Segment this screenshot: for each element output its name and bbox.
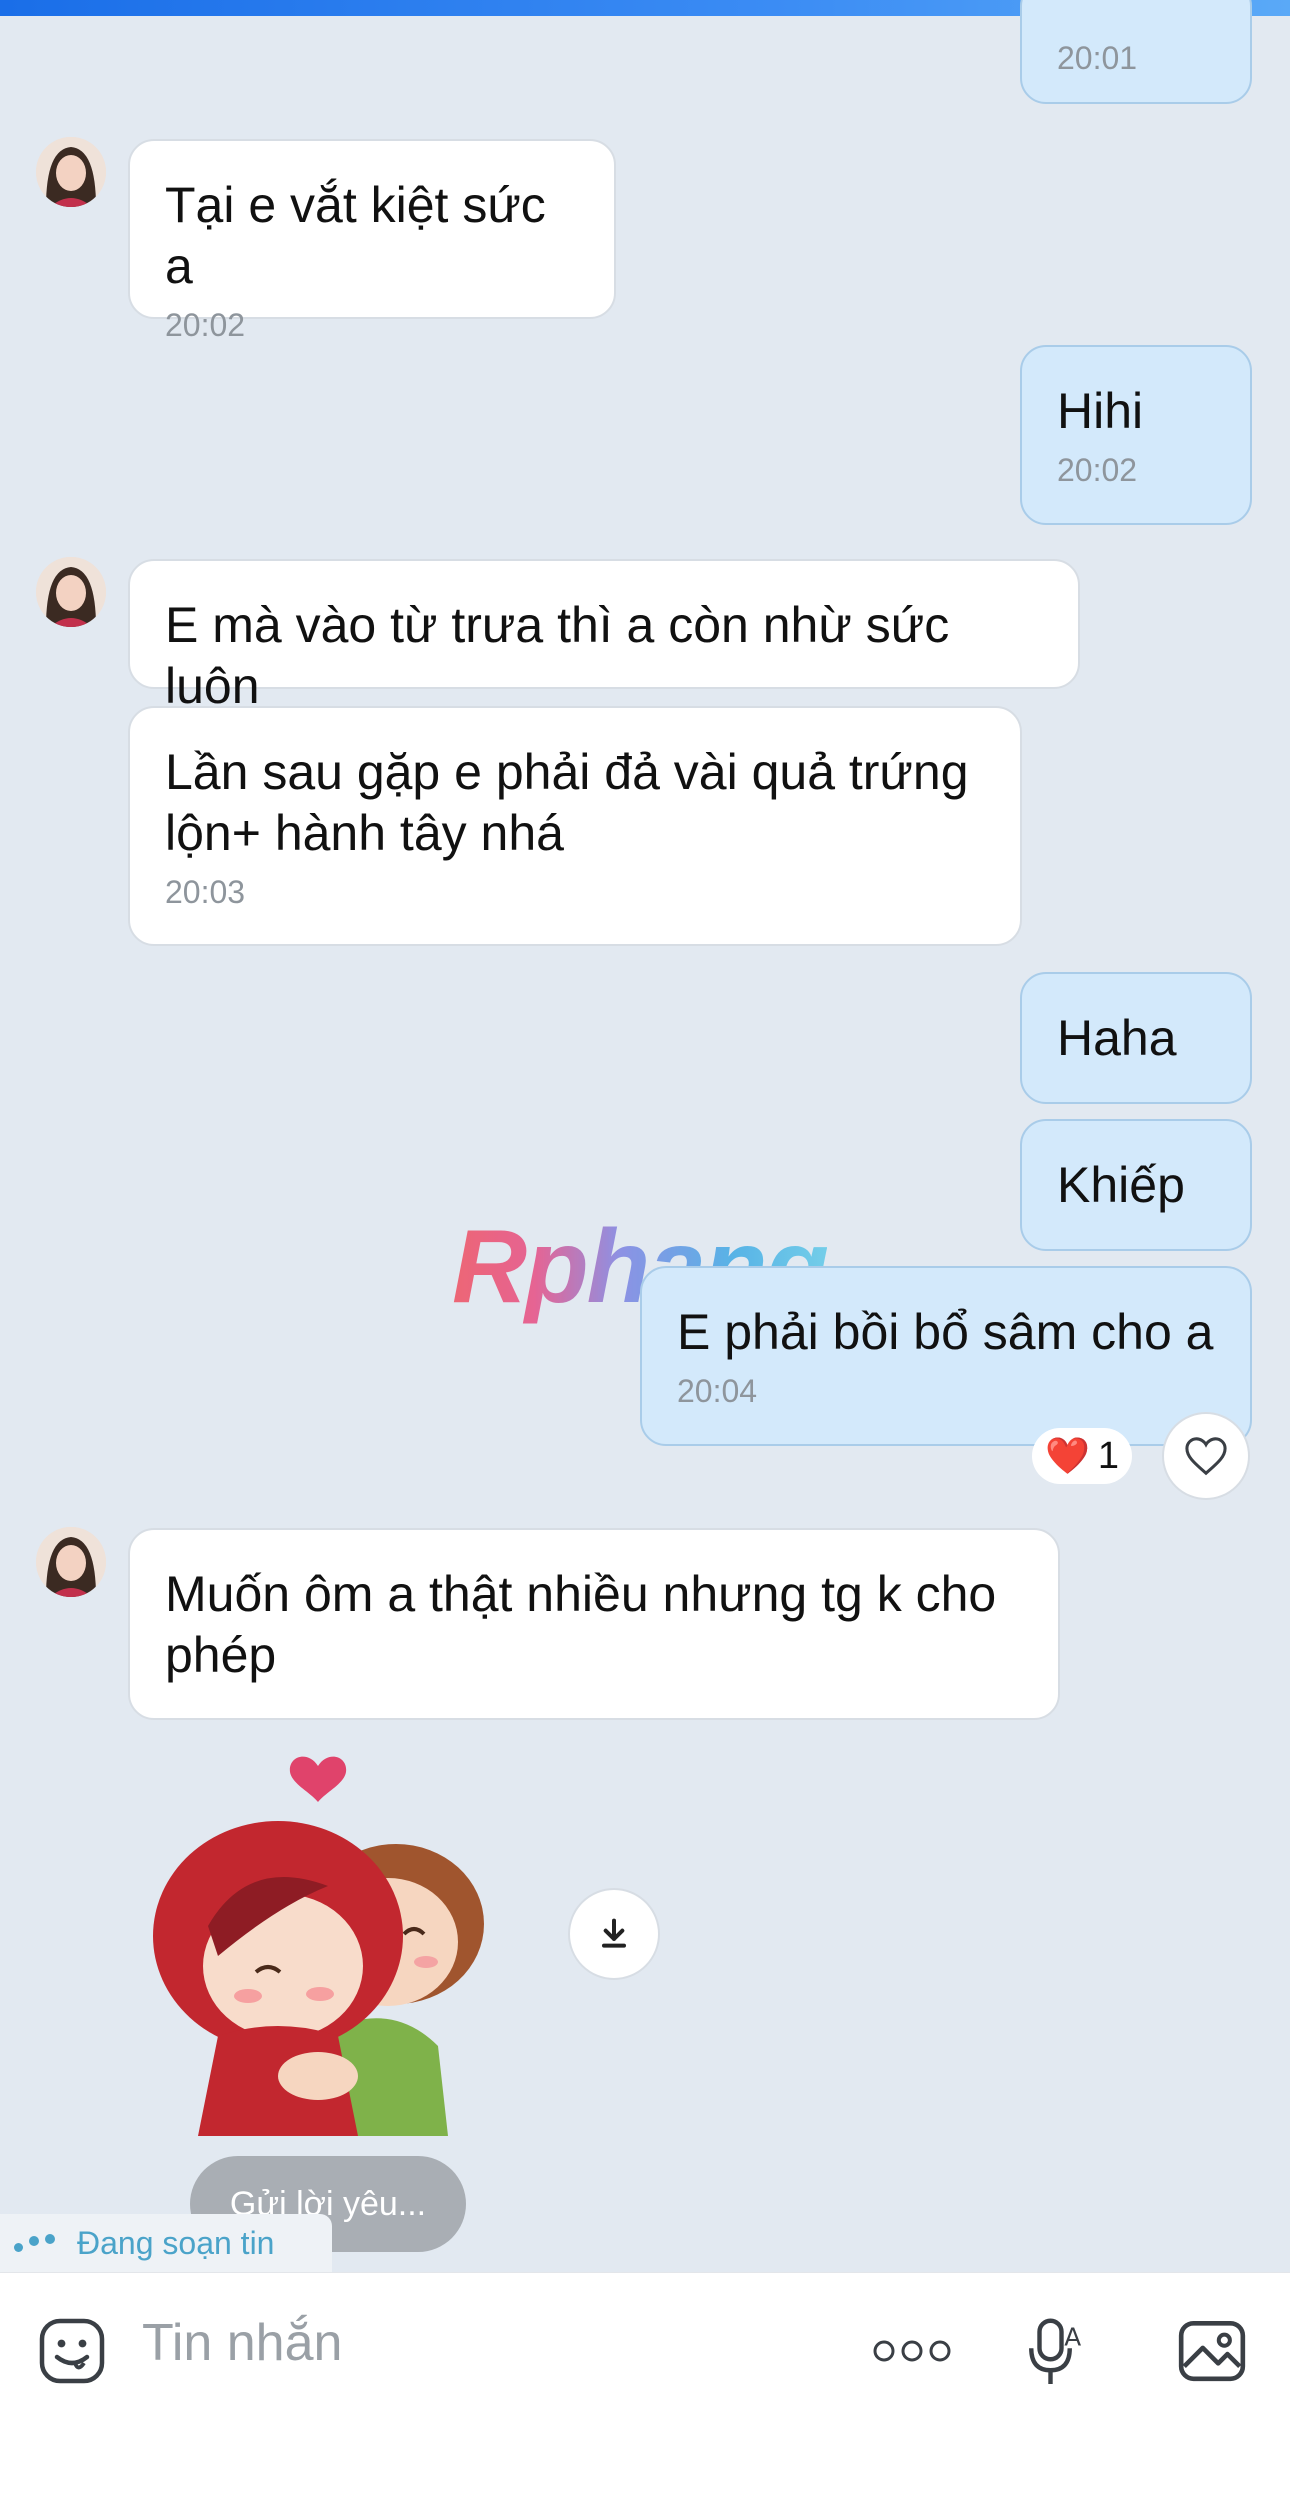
typing-status-text: Đang soạn tin: [77, 2224, 275, 2261]
message-input[interactable]: Tin nhắn: [142, 2313, 342, 2373]
message-time: 20:01: [1057, 40, 1138, 76]
incoming-message-bubble[interactable]: Muốn ôm a thật nhiều nhưng tg k cho phép: [128, 1528, 1060, 1720]
message-text: Tại e vắt kiệt sức a: [165, 177, 560, 294]
contact-avatar[interactable]: [36, 1527, 106, 1597]
message-time: 20:03: [165, 874, 246, 910]
message-time: 20:04: [677, 1373, 758, 1409]
typing-indicator: Đang soạn tin: [0, 2214, 332, 2272]
message-time: 20:02: [1057, 452, 1138, 488]
outgoing-message-bubble[interactable]: Khiếp: [1020, 1119, 1252, 1251]
typing-dots-icon: [14, 2234, 55, 2252]
outgoing-message-bubble[interactable]: 20:01: [1020, 0, 1252, 104]
hug-sticker[interactable]: [128, 1736, 528, 2136]
download-icon[interactable]: [568, 1888, 660, 1980]
message-text: Khiếp: [1057, 1157, 1185, 1213]
message-text: E mà vào từ trưa thì a còn nhừ sức luôn: [165, 597, 964, 714]
message-text: Lần sau gặp e phải đả vài quả trứng lộn+…: [165, 744, 969, 861]
reaction-count: 1: [1097, 1434, 1119, 1477]
microphone-icon[interactable]: A: [1016, 2311, 1096, 2391]
heart-outline-icon[interactable]: [1162, 1412, 1250, 1500]
outgoing-message-bubble[interactable]: Hihi 20:02: [1020, 345, 1252, 525]
incoming-message-bubble[interactable]: Tại e vắt kiệt sức a 20:02: [128, 139, 616, 343]
emoji-icon[interactable]: [32, 2311, 112, 2391]
message-text: Hihi: [1057, 383, 1144, 439]
heart-reaction-icon: ❤️: [1045, 1435, 1090, 1476]
reaction-badge[interactable]: ❤️ 1: [1032, 1428, 1132, 1484]
contact-avatar[interactable]: [36, 137, 106, 207]
incoming-message-bubble[interactable]: Lần sau gặp e phải đả vài quả trứng lộn+…: [128, 706, 1022, 946]
message-time: 20:02: [165, 307, 246, 343]
outgoing-message-bubble[interactable]: E phải bồi bổ sâm cho a 20:04: [640, 1266, 1252, 1446]
message-text: Muốn ôm a thật nhiều nhưng tg k cho phép: [165, 1566, 997, 1683]
message-text: E phải bồi bổ sâm cho a: [677, 1304, 1214, 1360]
message-text: Haha: [1057, 1010, 1177, 1066]
image-icon[interactable]: [1172, 2311, 1252, 2391]
outgoing-message-bubble[interactable]: Haha: [1020, 972, 1252, 1104]
more-icon[interactable]: [868, 2311, 956, 2391]
incoming-message-bubble[interactable]: E mà vào từ trưa thì a còn nhừ sức luôn: [128, 559, 1080, 714]
svg-text:A: A: [1064, 2323, 1081, 2352]
message-composer: Tin nhắn A: [0, 2272, 1290, 2520]
contact-avatar[interactable]: [36, 557, 106, 627]
